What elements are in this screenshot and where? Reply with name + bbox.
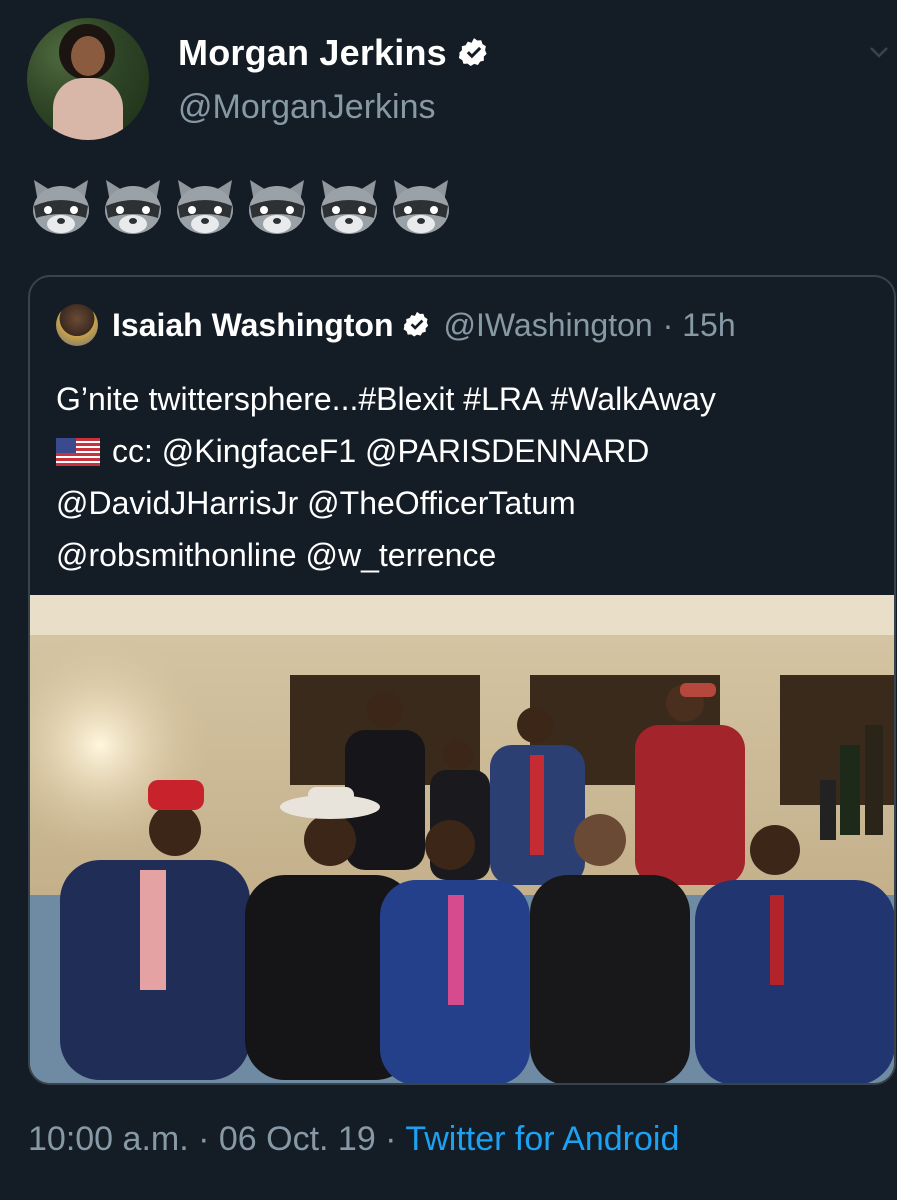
us-flag-icon <box>56 438 100 466</box>
verified-badge-icon <box>403 311 428 337</box>
chevron-down-icon[interactable] <box>867 40 891 64</box>
quoted-tweet-photo[interactable] <box>30 595 896 1085</box>
verified-badge-icon <box>458 38 487 67</box>
quoted-text-line: @robsmithonline @w_terrence <box>56 537 497 573</box>
raccoon-emoji-icon <box>249 180 305 234</box>
quoted-text-line: @DavidJHarrisJr @TheOfficerTatum <box>56 485 576 521</box>
quoted-tweet-age: · 15h <box>662 306 736 343</box>
author-avatar[interactable] <box>27 18 149 140</box>
raccoon-emoji-icon <box>393 180 449 234</box>
quoted-text-line: G’nite twittersphere...#Blexit #LRA #Wal… <box>56 381 716 417</box>
tweet-source-link[interactable]: Twitter for Android <box>405 1120 679 1158</box>
raccoon-emoji-icon <box>177 180 233 234</box>
tweet-footer: 10:00 a.m. · 06 Oct. 19 · Twitter for An… <box>28 1120 679 1159</box>
quoted-author-handle: @IWashington <box>443 306 653 343</box>
tweet-text <box>28 176 454 238</box>
raccoon-emoji-icon <box>33 180 89 234</box>
quoted-author-display-name: Isaiah Washington <box>112 306 394 343</box>
raccoon-emoji-icon <box>321 180 377 234</box>
tweet: Morgan Jerkins @MorganJerkins Isaiah Was… <box>0 0 897 1200</box>
quoted-author-avatar <box>56 304 98 346</box>
quoted-text-line: cc: @KingfaceF1 @PARISDENNARD <box>112 433 650 469</box>
author-name-row[interactable]: Morgan Jerkins <box>178 30 491 76</box>
author-handle[interactable]: @MorganJerkins <box>178 88 436 127</box>
tweet-timestamp[interactable]: 10:00 a.m. · 06 Oct. 19 · <box>28 1120 397 1158</box>
raccoon-emoji-icon <box>105 180 161 234</box>
quoted-text-line-with-flag: cc: @KingfaceF1 @PARISDENNARD <box>56 425 886 477</box>
quoted-tweet-text: G’nite twittersphere...#Blexit #LRA #Wal… <box>56 373 886 581</box>
quoted-tweet-header: Isaiah Washington @IWashington · 15h <box>56 303 736 347</box>
author-display-name[interactable]: Morgan Jerkins <box>178 32 447 74</box>
quoted-tweet-card[interactable]: Isaiah Washington @IWashington · 15h G’n… <box>28 275 896 1085</box>
